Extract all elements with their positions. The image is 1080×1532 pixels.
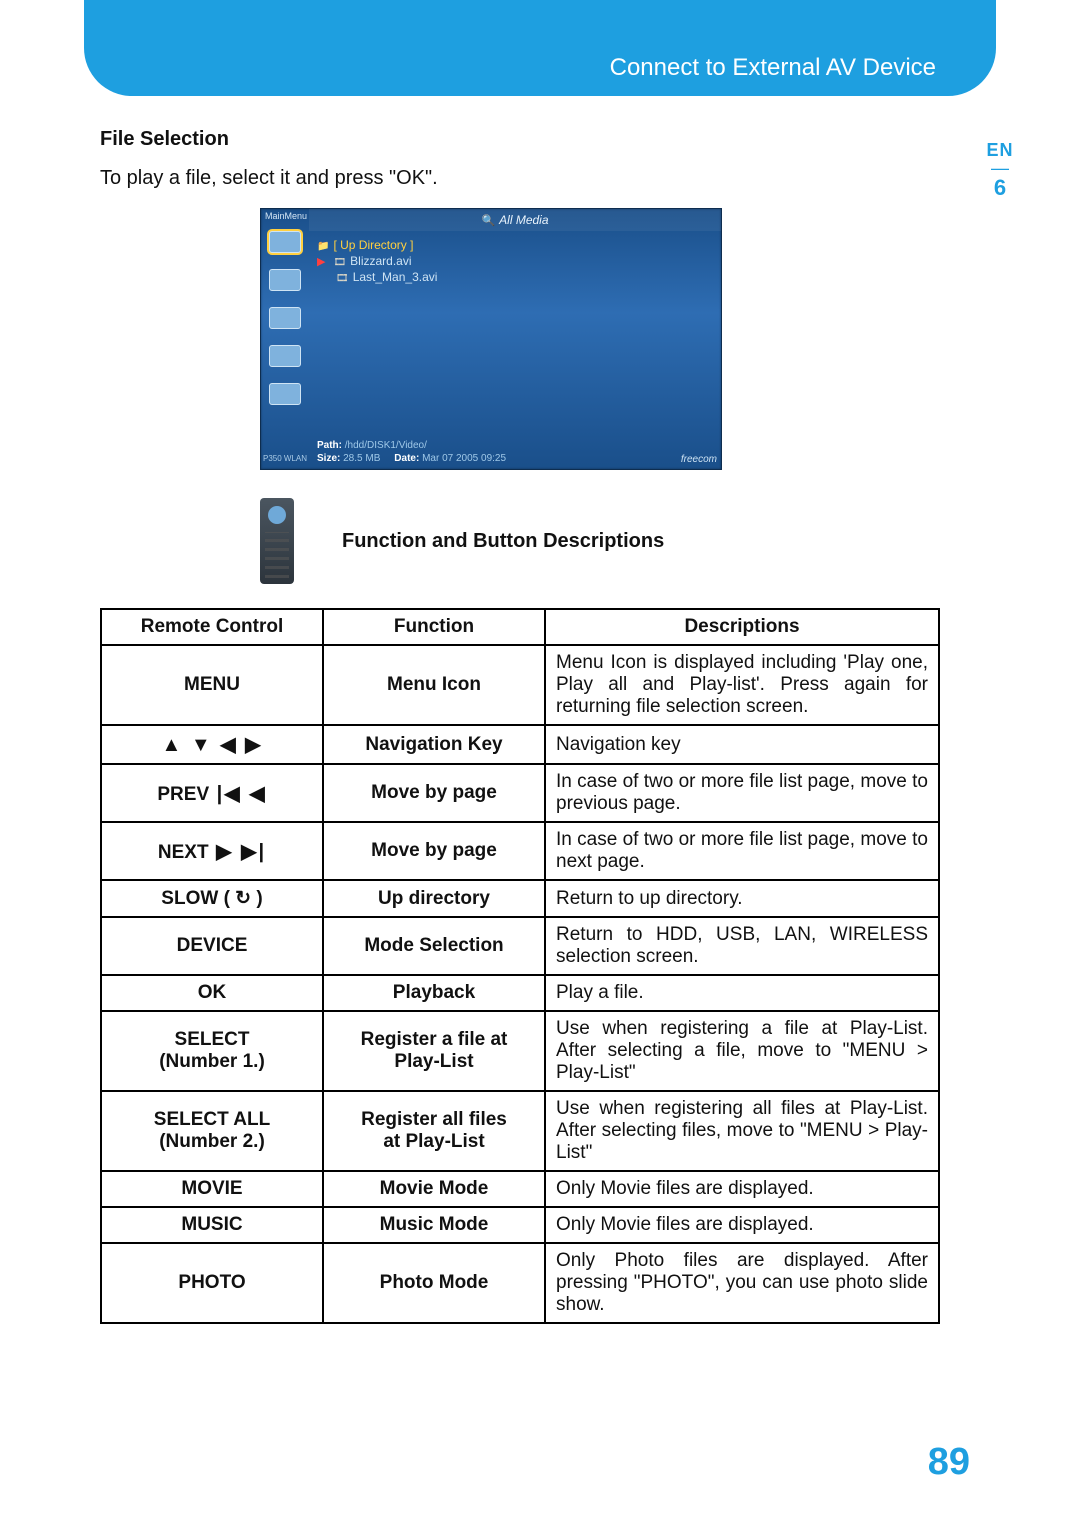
language-strip: EN — 6: [980, 140, 1020, 201]
cell-remote-control: PHOTO: [101, 1243, 323, 1323]
cell-function: Photo Mode: [323, 1243, 545, 1323]
cell-remote-control: PREV |◀ ◀: [101, 764, 323, 822]
function-descriptions-heading: Function and Button Descriptions: [342, 530, 664, 553]
cell-remote-control: OK: [101, 975, 323, 1011]
cell-function: Register a file at Play-List: [323, 1011, 545, 1091]
table-row: PREV |◀ ◀Move by pageIn case of two or m…: [101, 764, 939, 822]
screenshot-device-tag: P350 WLAN: [263, 454, 307, 463]
th-function: Function: [323, 609, 545, 645]
cell-remote-control: SELECT(Number 1.): [101, 1011, 323, 1091]
screenshot-header: All Media: [309, 209, 721, 231]
cell-description: Return to up directory.: [545, 880, 939, 917]
cell-remote-control: MUSIC: [101, 1207, 323, 1243]
cell-description: Use when registering all files at Play-L…: [545, 1091, 939, 1171]
cell-remote-control: MOVIE: [101, 1171, 323, 1207]
remote-glyph-icon: |◀ ◀: [209, 783, 266, 805]
footer-date-label: Date:: [394, 453, 419, 464]
banner-title: Connect to External AV Device: [610, 54, 936, 82]
table-row: MOVIEMovie ModeOnly Movie files are disp…: [101, 1171, 939, 1207]
cell-function: Menu Icon: [323, 645, 545, 725]
footer-path-label: Path:: [317, 440, 342, 451]
sidebar-icon-lan: [269, 307, 301, 329]
cell-description: Use when registering a file at Play-List…: [545, 1011, 939, 1091]
th-descriptions: Descriptions: [545, 609, 939, 645]
table-row: SLOW ( ↻ )Up directoryReturn to up direc…: [101, 880, 939, 917]
table-row: MUSICMusic ModeOnly Movie files are disp…: [101, 1207, 939, 1243]
file-up-directory: [ Up Directory ]: [317, 238, 413, 252]
cell-function: Navigation Key: [323, 725, 545, 764]
button-descriptions-table: Remote Control Function Descriptions MEN…: [100, 608, 940, 1324]
remote-control-image: [260, 498, 294, 584]
table-row: ▲ ▼ ◀ ▶ Navigation KeyNavigation key: [101, 725, 939, 764]
chapter-number: 6: [980, 175, 1020, 201]
th-remote-control: Remote Control: [101, 609, 323, 645]
remote-glyph-icon: ▲ ▼ ◀ ▶: [161, 734, 262, 756]
table-row: PHOTOPhoto ModeOnly Photo files are disp…: [101, 1243, 939, 1323]
table-row: SELECT ALL(Number 2.)Register all files …: [101, 1091, 939, 1171]
cell-function: Up directory: [323, 880, 545, 917]
cell-remote-control: MENU: [101, 645, 323, 725]
pointer-icon: ▶: [317, 255, 325, 268]
cell-description: Return to HDD, USB, LAN, WIRELESS select…: [545, 917, 939, 975]
page-banner: Connect to External AV Device: [84, 0, 996, 96]
file-selection-heading: File Selection: [100, 128, 940, 151]
cell-function: Move by page: [323, 822, 545, 880]
cell-description: In case of two or more file list page, m…: [545, 764, 939, 822]
table-row: OKPlaybackPlay a file.: [101, 975, 939, 1011]
cell-function: Music Mode: [323, 1207, 545, 1243]
screenshot-footer: Path: /hdd/DISK1/Video/ Size: 28.5 MB Da…: [317, 439, 715, 465]
screenshot-mainmenu-label: MainMenu: [265, 211, 307, 221]
cell-description: Only Movie files are displayed.: [545, 1207, 939, 1243]
remote-glyph-icon: ▶ ▶|: [209, 841, 266, 863]
language-divider: —: [980, 163, 1020, 173]
cell-remote-control: NEXT ▶ ▶|: [101, 822, 323, 880]
cell-remote-control: SLOW ( ↻ ): [101, 880, 323, 917]
cell-remote-control: ▲ ▼ ◀ ▶: [101, 725, 323, 764]
sidebar-icon-wireless: [269, 383, 301, 405]
footer-size-label: Size:: [317, 453, 340, 464]
screenshot-filelist: [ Up Directory ] ▶ Blizzard.avi Last_Man_…: [317, 237, 713, 285]
footer-size: 28.5 MB: [343, 453, 380, 464]
footer-path: /hdd/DISK1/Video/: [345, 440, 427, 451]
page-number: 89: [928, 1441, 970, 1484]
sidebar-icon-usb: [269, 269, 301, 291]
footer-date: Mar 07 2005 09:25: [422, 453, 506, 464]
cell-description: In case of two or more file list page, m…: [545, 822, 939, 880]
file-selection-text: To play a file, select it and press "OK"…: [100, 167, 940, 190]
cell-description: Play a file.: [545, 975, 939, 1011]
cell-description: Navigation key: [545, 725, 939, 764]
file-row-1: Blizzard.avi: [333, 254, 411, 268]
cell-function: Move by page: [323, 764, 545, 822]
device-screenshot: MainMenu All Media [ Up Directory ] ▶ Bli…: [260, 208, 722, 470]
table-row: SELECT(Number 1.)Register a file at Play…: [101, 1011, 939, 1091]
file-row-2: Last_Man_3.avi: [336, 270, 437, 284]
screenshot-brand: freecom: [681, 454, 717, 465]
screenshot-sidebar: MainMenu: [261, 223, 309, 429]
cell-remote-control: DEVICE: [101, 917, 323, 975]
cell-remote-control: SELECT ALL(Number 2.): [101, 1091, 323, 1171]
cell-description: Menu Icon is displayed including 'Play o…: [545, 645, 939, 725]
cell-function: Playback: [323, 975, 545, 1011]
cell-description: Only Photo files are displayed. After pr…: [545, 1243, 939, 1323]
table-row: NEXT ▶ ▶|Move by pageIn case of two or m…: [101, 822, 939, 880]
sidebar-icon-hdd: [269, 231, 301, 253]
cell-description: Only Movie files are displayed.: [545, 1171, 939, 1207]
cell-function: Register all files at Play-List: [323, 1091, 545, 1171]
table-row: DEVICEMode SelectionReturn to HDD, USB, …: [101, 917, 939, 975]
sidebar-icon-b: [269, 345, 301, 367]
cell-function: Movie Mode: [323, 1171, 545, 1207]
cell-function: Mode Selection: [323, 917, 545, 975]
table-row: MENUMenu IconMenu Icon is displayed incl…: [101, 645, 939, 725]
